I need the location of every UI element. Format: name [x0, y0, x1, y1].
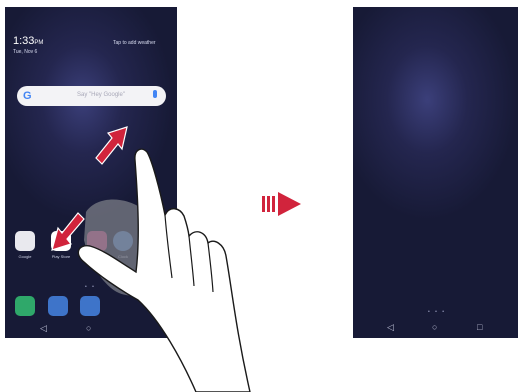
hand-icon [77, 148, 251, 392]
gesture-illustration [51, 126, 301, 392]
transition-arrow-icon [262, 192, 301, 216]
